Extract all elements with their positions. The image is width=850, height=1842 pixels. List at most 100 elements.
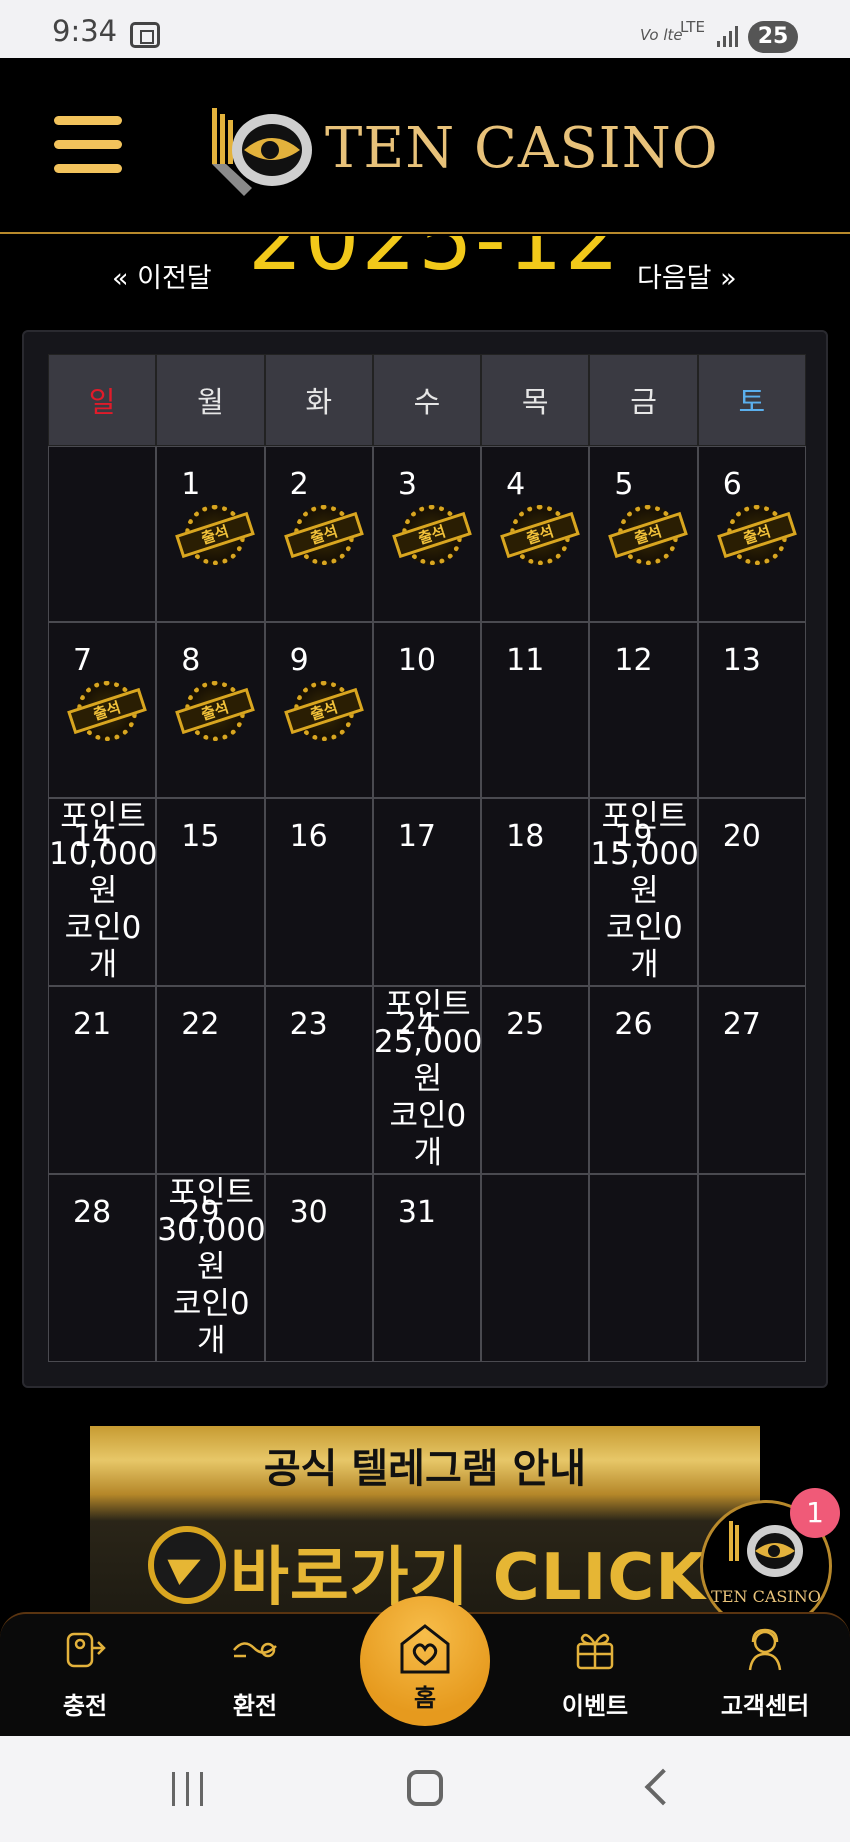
attendance-stamp-icon: 출석: [175, 679, 256, 745]
calendar-day-cell[interactable]: 6 출석: [697, 446, 806, 622]
calendar-day-cell[interactable]: 12: [589, 622, 698, 798]
reward-line: 30,000: [157, 1212, 266, 1248]
nav-home[interactable]: 홈: [360, 1596, 490, 1726]
calendar-day-cell[interactable]: 16: [264, 798, 373, 986]
weekday-sun: 일: [48, 354, 157, 446]
calendar-week-row: 21 22 23 24 포인트 25,000 원 코인0 개 25 26 27: [48, 986, 806, 1174]
system-home-icon[interactable]: [407, 1770, 443, 1806]
attendance-stamp-icon: 출석: [500, 503, 580, 569]
calendar-day-cell[interactable]: 29 포인트 30,000 원 코인0 개: [156, 1174, 266, 1362]
calendar-day-cell[interactable]: 7 출석: [48, 622, 157, 798]
reward-line: 포인트: [385, 987, 471, 1023]
month-navigation: « 이전달 2025-12 다음달 »: [0, 236, 850, 316]
calendar-day-cell[interactable]: 3 출석: [372, 446, 482, 622]
calendar-day-cell[interactable]: 23: [264, 986, 373, 1174]
day-number: 27: [722, 1007, 761, 1042]
calendar-day-cell[interactable]: 26: [589, 986, 698, 1174]
calendar-day-cell[interactable]: 20: [697, 798, 806, 986]
home-heart-icon: [400, 1624, 450, 1674]
nav-withdraw-label: 환전: [232, 1692, 278, 1720]
calendar-week-row: 7 출석 8 출석 9 출석 10 11 12 13: [48, 622, 806, 798]
recents-icon[interactable]: [170, 1772, 206, 1806]
calendar-day-cell[interactable]: 1 출석: [156, 446, 265, 622]
nav-home-label: 홈: [413, 1684, 437, 1712]
nav-deposit[interactable]: 충전: [0, 1614, 170, 1738]
calendar-day-cell[interactable]: 13: [697, 622, 806, 798]
calendar-week-row: 14 포인트 10,000 원 코인0 개 15 16 17 18 19 포인트 15,000 원 코인0 개…: [48, 798, 806, 986]
day-number: 13: [722, 643, 761, 678]
calendar-day-cell[interactable]: 17: [372, 798, 482, 986]
calendar-day-cell[interactable]: 28: [48, 1174, 157, 1362]
attendance-stamp-icon: 출석: [67, 679, 147, 745]
lte-indicator: LTE: [680, 18, 705, 36]
calendar-day-cell[interactable]: 9 출석: [264, 622, 373, 798]
status-time: 9:34: [52, 14, 118, 48]
status-bar: 9:34 Vo lte LTE 25: [0, 0, 850, 58]
nav-support-label: 고객센터: [720, 1692, 810, 1720]
nav-support[interactable]: 고객센터: [680, 1614, 850, 1738]
reward-line: 원: [197, 1249, 226, 1285]
calendar-day-cell[interactable]: 14 포인트 10,000 원 코인0 개: [48, 798, 157, 986]
weekday-tue: 화: [264, 354, 373, 446]
nav-event[interactable]: 이벤트: [510, 1614, 680, 1738]
attendance-stamp-icon: 출석: [716, 503, 797, 569]
next-month-link[interactable]: 다음달 »: [637, 256, 737, 295]
day-number: 25: [506, 1007, 545, 1042]
day-number: 23: [289, 1007, 328, 1042]
reward-line: 개: [413, 1135, 443, 1171]
calendar-day-cell[interactable]: 5 출석: [589, 446, 698, 622]
attendance-stamp-icon: 출석: [391, 503, 472, 569]
day-number: 1: [181, 467, 201, 502]
volte-indicator: Vo lte: [640, 26, 683, 44]
back-icon[interactable]: [644, 1768, 682, 1806]
reward-line: 개: [88, 947, 118, 983]
day-number: 17: [397, 819, 437, 854]
reward-line: 코인0: [606, 910, 683, 946]
calendar-day-cell[interactable]: 19 포인트 15,000 원 코인0 개: [589, 798, 699, 986]
weekday-fri: 금: [589, 354, 698, 446]
reward-line: 원: [630, 873, 659, 909]
hamburger-icon[interactable]: [54, 116, 122, 174]
reward-line: 15,000: [590, 836, 699, 872]
reward-line: 포인트: [60, 799, 146, 835]
calendar-week-row: 28 29 포인트 30,000 원 코인0 개 30 31: [48, 1174, 806, 1362]
reward-text: 포인트 15,000 원 코인0 개: [590, 799, 698, 984]
calendar-day-cell[interactable]: 31: [372, 1174, 482, 1362]
calendar-day-cell[interactable]: 24 포인트 25,000 원 코인0 개: [372, 986, 482, 1174]
calendar-day-cell[interactable]: 11: [481, 622, 590, 798]
day-number: 6: [722, 467, 742, 502]
calendar-day-cell[interactable]: 30: [264, 1174, 373, 1362]
day-number: 4: [506, 467, 526, 502]
day-number: 3: [397, 467, 417, 502]
day-number: 15: [181, 819, 220, 854]
gift-icon: [576, 1633, 614, 1670]
reward-line: 코인0: [389, 1098, 467, 1134]
calendar-day-cell[interactable]: 25: [481, 986, 590, 1174]
nav-withdraw[interactable]: 환전: [170, 1614, 340, 1738]
reward-text: 포인트 25,000 원 코인0 개: [374, 987, 482, 1172]
telegram-banner[interactable]: 공식 텔레그램 안내 바로가기 CLICK: [90, 1426, 760, 1616]
calendar-day-cell[interactable]: 4 출석: [481, 446, 590, 622]
reward-line: 원: [413, 1061, 443, 1097]
deposit-icon: [66, 1632, 106, 1668]
calendar-day-cell[interactable]: 22: [156, 986, 265, 1174]
banner-title: 공식 텔레그램 안내: [263, 1446, 587, 1492]
signal-icon: [717, 26, 738, 47]
brand-name: TEN CASINO: [325, 116, 719, 181]
day-number: 11: [506, 643, 545, 678]
calendar-day-cell[interactable]: 18: [481, 798, 590, 986]
nav-event-label: 이벤트: [561, 1692, 629, 1720]
calendar-day-cell[interactable]: 21: [48, 986, 157, 1174]
calendar-day-cell[interactable]: 15: [156, 798, 265, 986]
prev-month-link[interactable]: « 이전달: [112, 256, 212, 295]
calendar-day-cell[interactable]: 10: [372, 622, 482, 798]
attendance-stamp-icon: 출석: [608, 503, 689, 569]
system-navigation: [0, 1736, 850, 1842]
reward-line: 포인트: [601, 799, 688, 835]
support-icon: [748, 1628, 782, 1671]
calendar-day-cell[interactable]: 8 출석: [156, 622, 265, 798]
calendar-day-cell[interactable]: 2 출석: [264, 446, 373, 622]
calendar-day-cell[interactable]: 27: [697, 986, 806, 1174]
reward-line: 포인트: [168, 1175, 255, 1211]
reward-line: 개: [197, 1323, 226, 1359]
